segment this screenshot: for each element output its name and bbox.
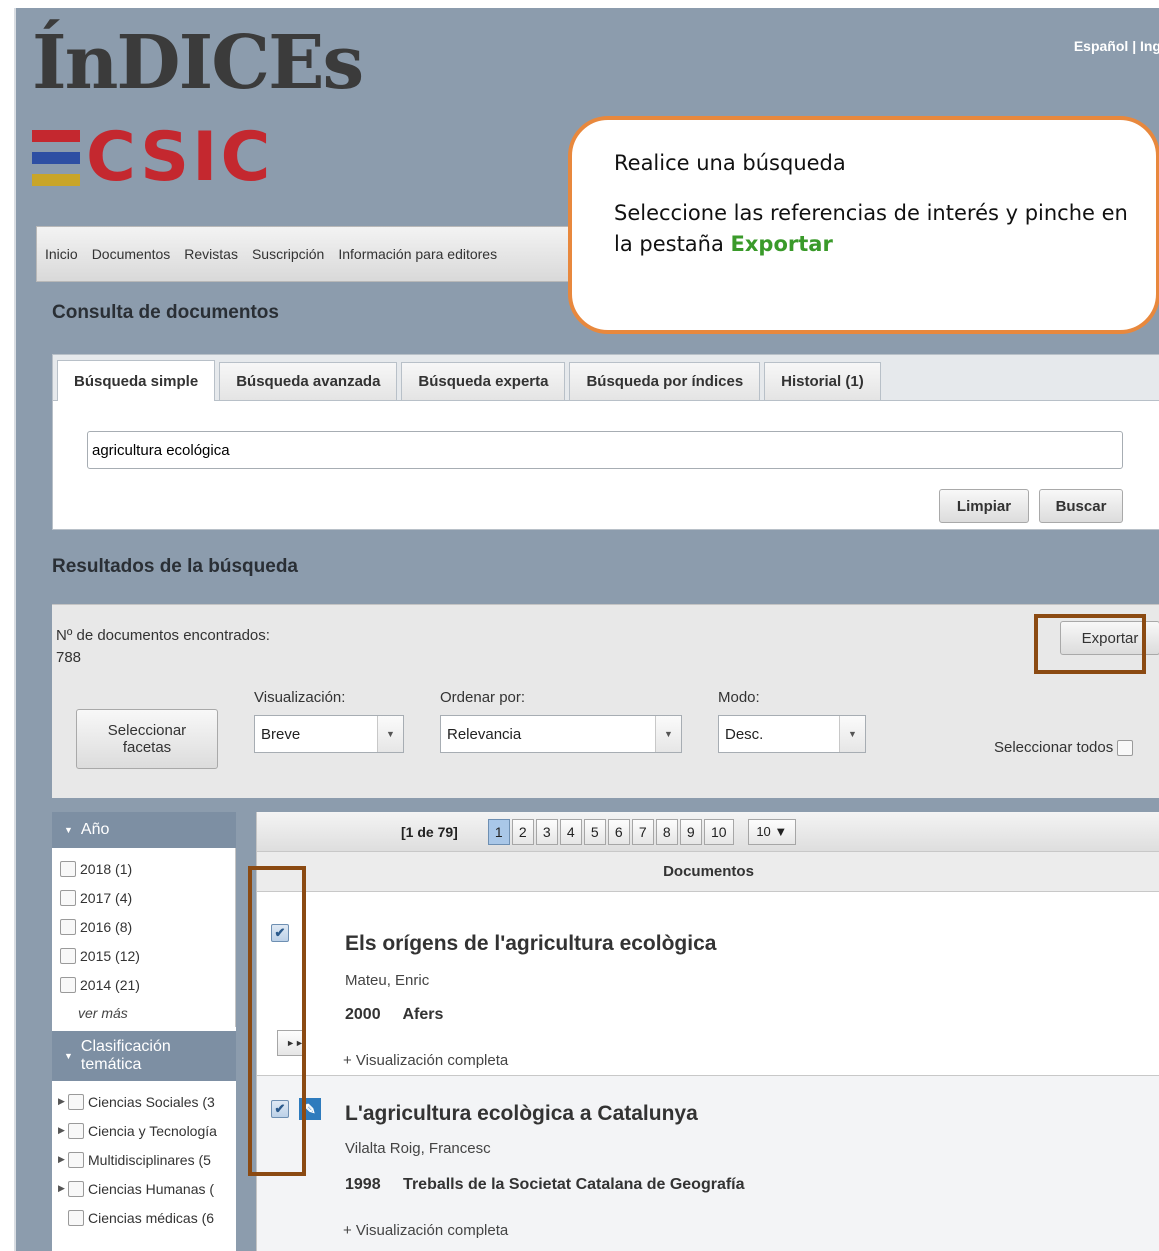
chevron-down-icon: ▼ [377, 716, 403, 752]
facet-class-item[interactable]: Ciencias médicas (6 [52, 1203, 236, 1232]
nav-item-editores[interactable]: Información para editores [338, 246, 497, 262]
document-source[interactable]: Treballs de la Societat Catalana de Geog… [403, 1176, 744, 1193]
page-button[interactable]: 5 [583, 818, 606, 845]
tab-busqueda-experta[interactable]: Búsqueda experta [401, 362, 566, 400]
document-title[interactable]: Els orígens de l'agricultura ecològica [345, 932, 716, 956]
select-all-checkbox[interactable] [1117, 740, 1134, 757]
caret-right-icon: ▶ [58, 1125, 65, 1135]
facet-class-item[interactable]: ▶ Ciencias Humanas ( [52, 1174, 236, 1203]
facets-sidebar: ▼ Año 2018 (1) 2017 (4) 2016 (8) 2015 (1… [52, 812, 236, 1251]
facet-year-item[interactable]: 2018 (1) [52, 854, 235, 883]
document-meta: 2000 Afers [345, 1006, 443, 1024]
document-source[interactable]: Afers [402, 1006, 443, 1023]
document-title[interactable]: L'agricultura ecològica a Catalunya [345, 1102, 698, 1126]
facet-more-link[interactable]: ver más [52, 999, 235, 1027]
chevron-down-icon: ▼ [655, 716, 681, 752]
page-button[interactable]: 4 [559, 818, 582, 845]
document-author[interactable]: Vilalta Roig, Francesc [345, 1140, 491, 1157]
document-meta: 1998 Treballs de la Societat Catalana de… [345, 1176, 745, 1194]
page-button[interactable]: 9 [679, 818, 702, 845]
chevron-down-icon: ▼ [64, 1050, 73, 1061]
facet-year-item[interactable]: 2017 (4) [52, 883, 235, 912]
tab-busqueda-simple[interactable]: Búsqueda simple [57, 360, 216, 401]
checkbox-highlight-box [248, 866, 306, 1176]
brand-csic-text: CSIC [86, 118, 274, 197]
facet-year-item[interactable]: 2015 (12) [52, 941, 235, 970]
facet-class-item[interactable]: ▶ Ciencias Sociales (3 [52, 1087, 236, 1116]
callout-line-1: Realice una búsqueda [614, 151, 846, 175]
document-full-view-link[interactable]: + Visualización completa [343, 1052, 508, 1069]
tab-busqueda-avanzada[interactable]: Búsqueda avanzada [219, 362, 398, 400]
language-switcher[interactable]: Español | Ing [1074, 38, 1159, 54]
results-count-value: 788 [56, 649, 82, 666]
sort-select[interactable]: Relevancia ▼ [440, 715, 682, 753]
nav-item-revistas[interactable]: Revistas [184, 246, 238, 262]
nav-item-documentos[interactable]: Documentos [92, 246, 171, 262]
facet-year-item[interactable]: 2014 (21) [52, 970, 235, 999]
page-button[interactable]: 1 [487, 818, 510, 845]
clear-button[interactable]: Limpiar [939, 489, 1029, 523]
export-highlight-box [1034, 614, 1146, 674]
brand-logo: CSIC [32, 122, 273, 194]
app-window: ÍnDICEs CSIC Español | Ing Inicio Docume… [16, 8, 1159, 1251]
callout-line-2: Seleccione las referencias de interés y … [614, 200, 1128, 257]
facet-class-item[interactable]: ▶ Multidisciplinares (5 [52, 1145, 236, 1174]
search-input[interactable] [87, 431, 1123, 469]
section-title-resultados: Resultados de la búsqueda [52, 556, 298, 577]
documents-panel: [1 de 79] ◄◄ ◄◄ 1 2 3 4 5 6 7 8 9 10 ►► … [256, 812, 1159, 1251]
logo-stripes-icon [32, 130, 80, 186]
document-row: ✔ ✎ L'agricultura ecològica a Catalunya … [257, 1076, 1159, 1251]
view-select[interactable]: Breve ▼ [254, 715, 404, 753]
callout-export-word: Exportar [730, 232, 833, 256]
view-label: Visualización: [254, 689, 346, 706]
document-year: 1998 [345, 1176, 381, 1193]
page-button[interactable]: 3 [535, 818, 558, 845]
page-button[interactable]: 10 [703, 818, 734, 845]
document-author[interactable]: Mateu, Enric [345, 972, 429, 989]
search-panel: Búsqueda simple Búsqueda avanzada Búsque… [52, 354, 1159, 530]
results-count-label: Nº de documentos encontrados: [56, 627, 270, 644]
facet-class-item[interactable]: ▶ Ciencia y Tecnología [52, 1116, 236, 1145]
facet-header-classification[interactable]: ▼ Clasificación temática [52, 1031, 236, 1081]
tab-historial[interactable]: Historial (1) [764, 362, 881, 400]
left-edge [0, 8, 16, 1251]
chevron-down-icon: ▼ [839, 716, 865, 752]
brand-logo-text: ÍnDICEs [32, 20, 364, 106]
documents-header: Documentos [257, 852, 1159, 892]
mode-label: Modo: [718, 689, 760, 706]
caret-right-icon: ▶ [58, 1096, 65, 1106]
pagination: [1 de 79] ◄◄ ◄◄ 1 2 3 4 5 6 7 8 9 10 ►► … [257, 812, 1159, 1056]
document-full-view-link[interactable]: + Visualización completa [343, 1222, 508, 1239]
document-year: 2000 [345, 1006, 381, 1023]
per-page-select[interactable]: 10 ▼ [747, 818, 796, 845]
select-facets-button[interactable]: Seleccionar facetas [76, 709, 218, 769]
page-button[interactable]: 8 [655, 818, 678, 845]
instruction-callout: Realice una búsqueda Seleccione las refe… [568, 116, 1159, 334]
search-button[interactable]: Buscar [1039, 489, 1123, 523]
caret-right-icon: ▶ [58, 1154, 65, 1164]
facet-year-item[interactable]: 2016 (8) [52, 912, 235, 941]
caret-right-icon: ▶ [58, 1183, 65, 1193]
search-tabs: Búsqueda simple Búsqueda avanzada Búsque… [53, 355, 1159, 401]
facet-header-year[interactable]: ▼ Año [52, 812, 236, 848]
document-row: ✔ Els orígens de l'agricultura ecològica… [257, 894, 1159, 1076]
nav-item-inicio[interactable]: Inicio [45, 246, 78, 262]
select-all[interactable]: Seleccionar todos [994, 739, 1134, 757]
section-title-consulta: Consulta de documentos [52, 302, 279, 323]
page-button[interactable]: 7 [631, 818, 654, 845]
results-toolbar: Nº de documentos encontrados: 788 Export… [52, 604, 1159, 798]
page-button[interactable]: 6 [607, 818, 630, 845]
page-button[interactable]: 2 [511, 818, 534, 845]
sort-label: Ordenar por: [440, 689, 526, 706]
page-count: [1 de 79] [401, 823, 458, 840]
tab-busqueda-indices[interactable]: Búsqueda por índices [569, 362, 761, 400]
mode-select[interactable]: Desc. ▼ [718, 715, 866, 753]
nav-item-suscripcion[interactable]: Suscripción [252, 246, 324, 262]
chevron-down-icon: ▼ [64, 825, 73, 835]
